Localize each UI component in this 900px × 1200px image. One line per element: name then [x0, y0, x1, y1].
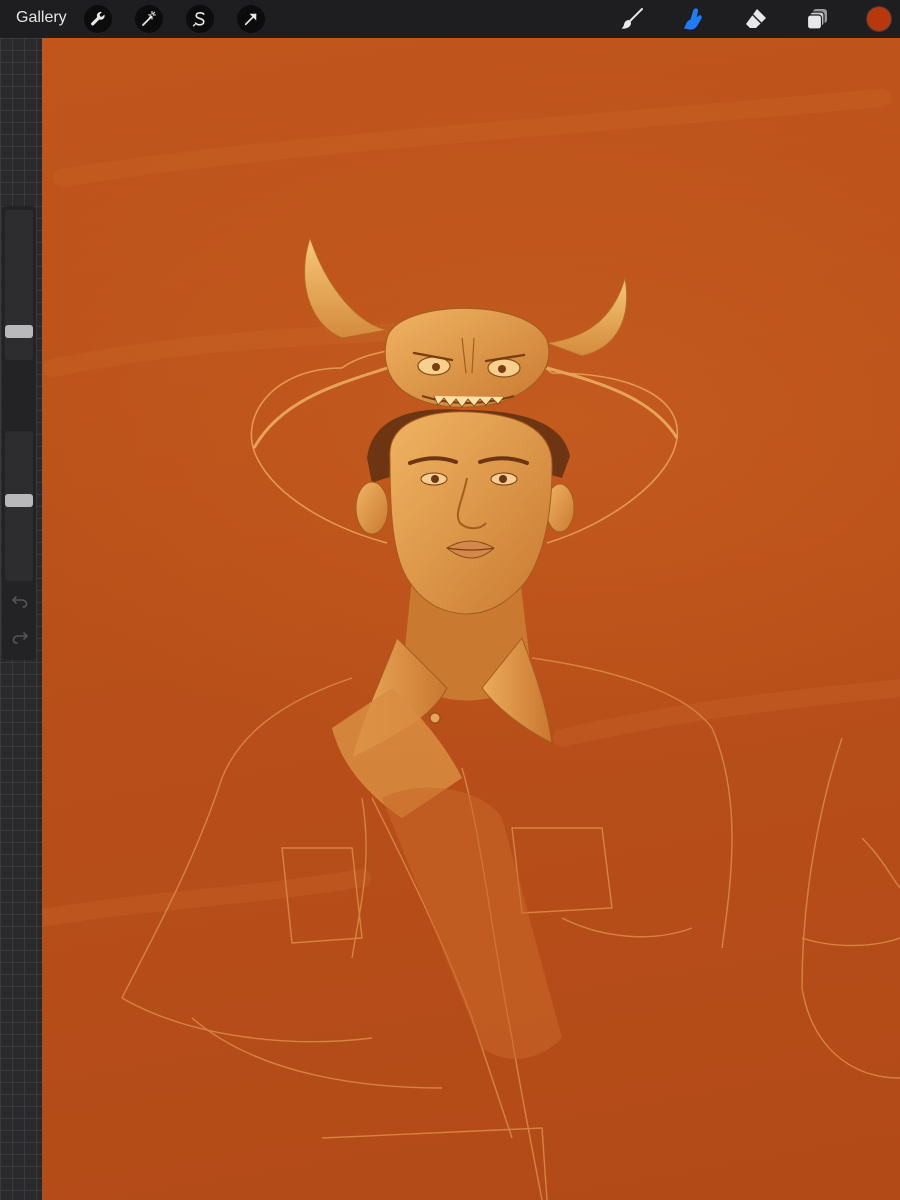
brush-tool-button[interactable] — [617, 4, 647, 34]
undo-icon — [12, 596, 28, 608]
procreate-app: Gallery — [0, 0, 900, 1200]
selection-s-icon — [192, 11, 205, 27]
redo-icon — [12, 632, 28, 644]
brush-icon — [621, 8, 643, 29]
arrow-cursor-icon — [244, 13, 257, 26]
smudge-tool-button[interactable] — [678, 4, 708, 34]
adjustments-button[interactable] — [135, 5, 163, 33]
left-ear — [355, 481, 389, 535]
transform-button[interactable] — [237, 5, 265, 33]
eraser-icon — [746, 9, 766, 28]
magic-wand-icon — [142, 10, 156, 26]
undo-button[interactable] — [11, 594, 29, 608]
face — [389, 411, 553, 615]
artwork — [42, 89, 900, 1200]
redo-button[interactable] — [11, 630, 29, 644]
wrench-icon — [91, 11, 105, 26]
smudge-finger-icon — [684, 8, 702, 30]
actions-button[interactable] — [84, 5, 112, 33]
brush-size-slider[interactable] — [5, 210, 33, 360]
layers-icon — [806, 9, 827, 30]
left-sidebar — [0, 38, 42, 1200]
top-toolbar: Gallery — [0, 0, 900, 38]
color-swatch-button[interactable] — [866, 6, 892, 32]
brush-opacity-handle[interactable] — [5, 494, 33, 507]
layers-button[interactable] — [803, 4, 833, 34]
brush-opacity-slider[interactable] — [5, 431, 33, 581]
eraser-tool-button[interactable] — [741, 4, 771, 34]
selection-button[interactable] — [186, 5, 214, 33]
gallery-button[interactable]: Gallery — [16, 9, 67, 27]
brush-size-handle[interactable] — [5, 325, 33, 338]
drawing-canvas[interactable] — [42, 38, 900, 1200]
sidebar-panel — [2, 206, 36, 660]
